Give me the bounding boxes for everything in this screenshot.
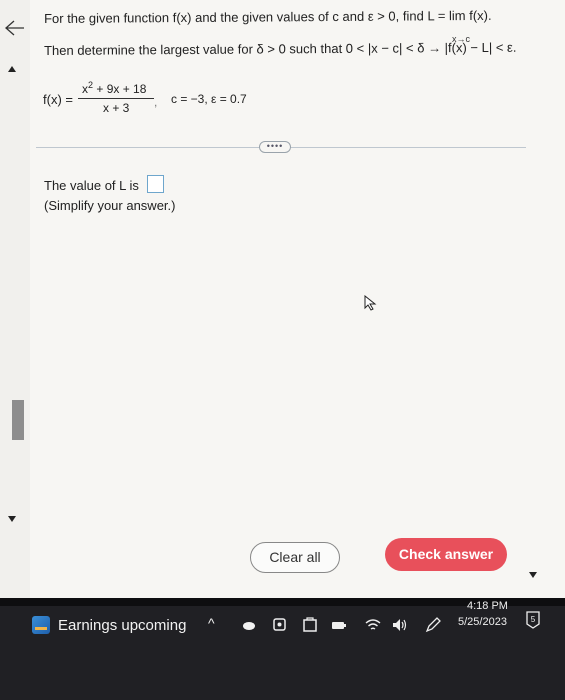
teams-icon[interactable]	[271, 616, 289, 634]
question-line-1: For the given function f(x) and the give…	[44, 7, 492, 26]
wifi-icon[interactable]	[364, 616, 382, 634]
right-scroll-down-arrow-icon[interactable]	[529, 572, 537, 578]
numerator-rest: + 9x + 18	[93, 82, 147, 96]
answer-prompt: The value of L is	[44, 178, 139, 193]
function-lhs: f(x) =	[43, 92, 73, 107]
clock-date[interactable]: 5/25/2023	[458, 616, 507, 628]
scroll-down-arrow-icon[interactable]	[8, 516, 16, 522]
tray-overflow-caret-icon[interactable]: ^	[208, 615, 215, 631]
given-parameters: c = −3, ε = 0.7	[171, 92, 247, 106]
check-answer-button[interactable]: Check answer	[385, 538, 507, 571]
back-arrow-icon[interactable]	[2, 18, 24, 38]
widgets-text[interactable]: Earnings upcoming	[58, 617, 186, 634]
notification-icon[interactable]: 5	[525, 610, 541, 630]
fraction-bar	[78, 98, 154, 99]
left-side-panel	[0, 0, 30, 598]
notification-count: 5	[531, 615, 536, 624]
mouse-cursor-icon	[364, 295, 377, 311]
pen-icon[interactable]	[424, 616, 442, 634]
function-numerator: x2 + 9x + 18	[82, 80, 146, 96]
clear-all-button[interactable]: Clear all	[250, 542, 340, 573]
cloud-app-icon[interactable]	[240, 616, 258, 634]
answer-hint: (Simplify your answer.)	[44, 198, 176, 213]
speaker-icon[interactable]	[390, 616, 408, 634]
function-comma: ,	[154, 95, 158, 109]
expand-more-button[interactable]: ••••	[259, 141, 291, 153]
clock-time[interactable]: 4:18 PM	[467, 600, 508, 612]
function-denominator: x + 3	[103, 101, 130, 115]
answer-input[interactable]	[147, 175, 164, 193]
store-icon[interactable]	[301, 616, 319, 634]
scrollbar-thumb[interactable]	[12, 400, 24, 440]
widgets-icon[interactable]	[32, 616, 50, 634]
scroll-up-arrow-icon[interactable]	[8, 66, 16, 72]
battery-icon[interactable]	[330, 616, 348, 634]
